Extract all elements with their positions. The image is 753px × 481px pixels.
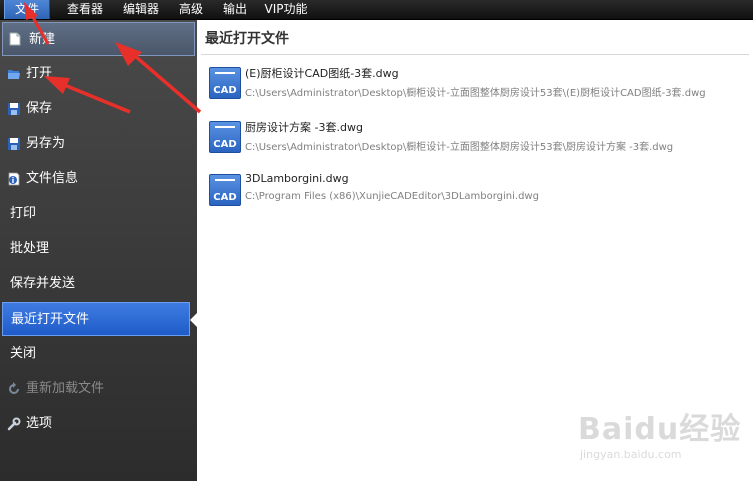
recent-file-item[interactable]: CAD 厨房设计方案 -3套.dwg C:\Users\Administrato… [207,119,747,169]
new-document-icon [9,32,21,46]
menu-file[interactable]: 文件 [4,0,50,19]
sidebar-item-label: 批处理 [10,241,50,256]
pen-stroke [215,72,235,80]
watermark-logo: Baidu经验 [578,412,742,447]
pen-stroke [215,126,235,134]
file-menu-sidebar: 新建 打开 保存 另存为 文件信息 打印 批处理 保存并发送 最近打开文件 关闭… [0,20,198,481]
sidebar-item-close[interactable]: 关闭 [0,337,197,371]
menu-vip[interactable]: VIP功能 [260,0,312,19]
open-folder-icon [8,70,20,79]
baidu-watermark: Baidu经验 jingyan.baidu.com [578,404,748,476]
divider [201,54,749,55]
recent-file-path: C:\Program Files (x86)\XunjieCADEditor\3… [245,191,539,202]
save-disk-icon [8,103,20,115]
save-as-disk-icon [8,138,20,150]
sidebar-item-label: 关闭 [10,346,37,361]
sidebar-item-save-and-send[interactable]: 保存并发送 [0,267,197,301]
sidebar-item-label: 新建 [29,32,56,47]
sidebar-item-label: 另存为 [26,136,66,151]
menu-advanced[interactable]: 高级 [172,0,210,19]
cad-file-icon: CAD [209,121,241,153]
file-info-icon [8,172,20,186]
watermark-site: jingyan.baidu.com [580,448,682,461]
recent-file-name: 厨房设计方案 -3套.dwg [245,121,363,134]
sidebar-item-save-as[interactable]: 另存为 [0,127,197,161]
menu-output[interactable]: 输出 [216,0,254,19]
sidebar-item-open[interactable]: 打开 [0,57,197,91]
sidebar-item-file-info[interactable]: 文件信息 [0,162,197,196]
sidebar-item-label: 打印 [10,206,37,221]
sidebar-item-label: 重新加载文件 [26,381,105,396]
sidebar-item-print[interactable]: 打印 [0,197,197,231]
cad-file-icon-label: CAD [213,85,237,96]
cad-file-icon-label: CAD [213,139,237,150]
recent-file-path: C:\Users\Administrator\Desktop\橱柜设计-立面图整… [245,142,674,153]
menu-viewer[interactable]: 查看器 [60,0,110,19]
sidebar-item-options[interactable]: 选项 [0,407,197,441]
recent-file-item[interactable]: CAD 3DLamborgini.dwg C:\Program Files (x… [207,172,747,222]
sidebar-item-label: 保存 [26,101,53,116]
top-menu-bar: 文件 查看器 编辑器 高级 输出 VIP功能 [0,0,753,20]
cad-file-icon-label: CAD [213,192,237,203]
pen-stroke [215,179,235,187]
recent-file-path: C:\Users\Administrator\Desktop\橱柜设计-立面图整… [245,88,706,99]
sidebar-item-recent-files[interactable]: 最近打开文件 [2,302,198,336]
sidebar-item-label: 文件信息 [26,171,79,186]
sidebar-item-save[interactable]: 保存 [0,92,197,126]
sidebar-item-batch[interactable]: 批处理 [0,232,197,266]
recent-file-name: (E)厨柜设计CAD图纸-3套.dwg [245,67,399,80]
recent-file-name: 3DLamborgini.dwg [245,172,349,185]
sidebar-item-new[interactable]: 新建 [2,22,195,56]
page-title: 最近打开文件 [205,31,289,47]
cad-file-icon: CAD [209,174,241,206]
cad-file-icon: CAD [209,67,241,99]
sidebar-item-reload: 重新加载文件 [0,372,197,406]
sidebar-item-label: 打开 [26,66,53,81]
menu-editor[interactable]: 编辑器 [116,0,166,19]
sidebar-item-label: 选项 [26,416,53,431]
reload-icon [9,382,19,394]
sidebar-item-label: 保存并发送 [10,276,76,291]
recent-file-item[interactable]: CAD (E)厨柜设计CAD图纸-3套.dwg C:\Users\Adminis… [207,65,747,115]
wrench-icon [7,417,21,431]
sidebar-item-label: 最近打开文件 [11,312,90,327]
